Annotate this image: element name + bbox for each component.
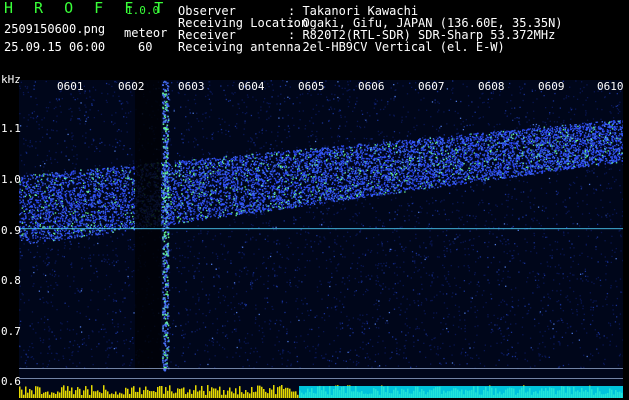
antenna-key: Receiving antenna xyxy=(178,40,301,54)
time-tick-0609: 0609 xyxy=(538,80,565,93)
antenna-value: : 2el-HB9CV Vertical (el. E-W) xyxy=(288,40,505,54)
time-tick-0603: 0603 xyxy=(178,80,205,93)
time-tick-0607: 0607 xyxy=(418,80,445,93)
spectrogram-canvas xyxy=(19,80,623,398)
mode-label: meteor xyxy=(124,26,168,40)
time-tick-0606: 0606 xyxy=(358,80,385,93)
freq-tick-1.1: 1.1 xyxy=(1,122,21,135)
freq-tick-0.6: 0.6 xyxy=(1,375,21,388)
timestamp: 25.09.15 06:00 xyxy=(4,40,106,54)
app-version: 1.0.0 xyxy=(126,4,160,17)
freq-tick-0.9: 0.9 xyxy=(1,224,21,237)
time-tick-0605: 0605 xyxy=(298,80,325,93)
time-tick-0604: 0604 xyxy=(238,80,265,93)
freq-tick-1.0: 1.0 xyxy=(1,173,21,186)
spectrogram xyxy=(19,80,623,398)
mode-value: 60 xyxy=(138,40,153,54)
y-unit-label: kHz xyxy=(1,73,21,86)
file-name: 2509150600.png xyxy=(4,22,106,36)
time-tick-0610: 0610 xyxy=(597,80,624,93)
freq-tick-0.8: 0.8 xyxy=(1,274,21,287)
time-tick-0608: 0608 xyxy=(478,80,505,93)
freq-tick-0.7: 0.7 xyxy=(1,325,21,338)
time-tick-0602: 0602 xyxy=(118,80,145,93)
time-tick-0601: 0601 xyxy=(57,80,84,93)
hrofft-window: H R O F F T 1.0.0 2509150600.png 25.09.1… xyxy=(0,0,629,400)
